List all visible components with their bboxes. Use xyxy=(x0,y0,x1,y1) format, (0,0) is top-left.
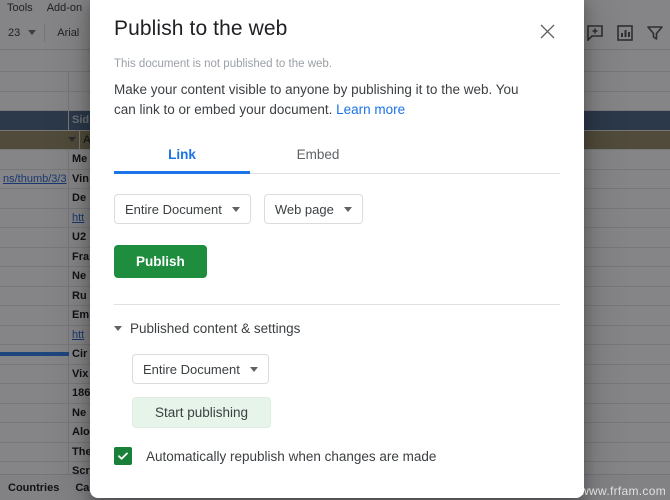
screen-root: Tools Add-on 23 Arial xyxy=(0,0,670,500)
chevron-down-icon xyxy=(343,206,352,212)
scope-select-value: Entire Document xyxy=(125,201,222,217)
start-publishing-button[interactable]: Start publishing xyxy=(132,397,272,429)
format-select-value: Web page xyxy=(274,201,334,217)
published-scope-select-value: Entire Document xyxy=(143,361,240,377)
section-title: Published content & settings xyxy=(130,321,301,337)
tab-embed[interactable]: Embed xyxy=(250,141,386,173)
chevron-down-icon xyxy=(114,326,122,332)
learn-more-link[interactable]: Learn more xyxy=(336,102,405,117)
publish-to-web-dialog: Publish to the web This document is not … xyxy=(90,0,584,498)
tab-link[interactable]: Link xyxy=(114,141,250,175)
publish-button[interactable]: Publish xyxy=(114,245,207,279)
auto-republish-checkbox[interactable] xyxy=(114,447,132,466)
chevron-down-icon xyxy=(249,366,258,372)
format-select[interactable]: Web page xyxy=(263,194,363,225)
dialog-tabs: Link Embed xyxy=(114,141,560,175)
publish-status-text: This document is not published to the we… xyxy=(114,58,332,70)
dialog-description: Make your content visible to anyone by p… xyxy=(90,70,550,119)
published-scope-select[interactable]: Entire Document xyxy=(132,354,269,385)
publish-options-row: Entire Document Web page xyxy=(90,174,584,225)
published-content-section-toggle[interactable]: Published content & settings xyxy=(90,305,584,336)
description-text: Make your content visible to anyone by p… xyxy=(114,82,519,117)
dialog-header: Publish to the web xyxy=(90,0,584,44)
page-title: Publish to the web xyxy=(114,17,288,40)
auto-republish-row[interactable]: Automatically republish when changes are… xyxy=(90,447,584,466)
auto-republish-label: Automatically republish when changes are… xyxy=(146,448,437,464)
scope-select[interactable]: Entire Document xyxy=(114,194,251,225)
chevron-down-icon xyxy=(231,206,240,212)
published-content-body: Entire Document Start publishing xyxy=(90,336,584,429)
close-icon[interactable] xyxy=(534,18,560,44)
